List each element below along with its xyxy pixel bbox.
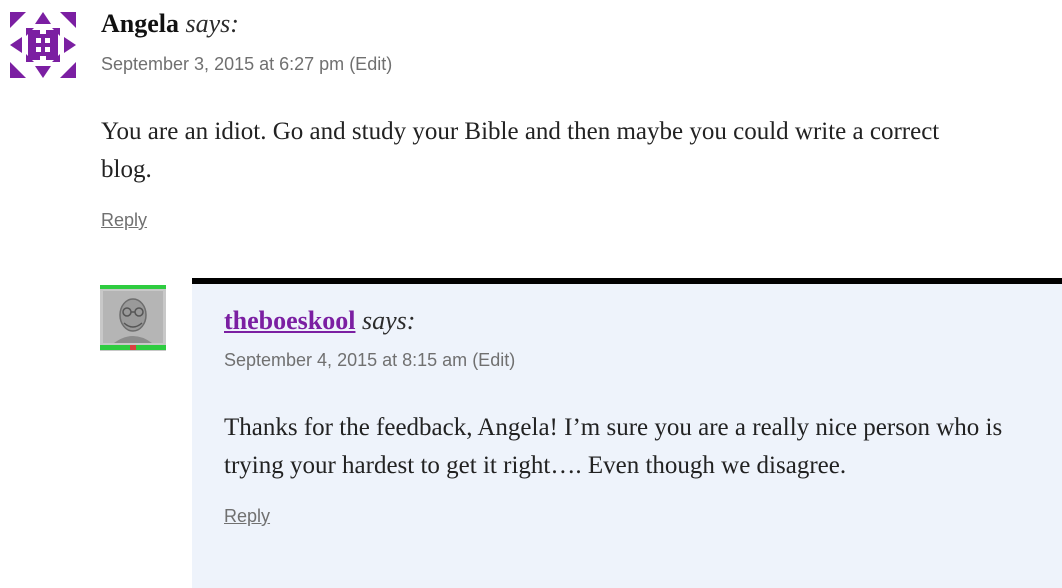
reply-text: Thanks for the feedback, Angela! I’m sur…	[224, 414, 1003, 479]
comment-edit-link[interactable]: (Edit)	[349, 54, 392, 74]
comment-says-label: says:	[185, 9, 239, 38]
reply-reply-button[interactable]: Reply	[224, 506, 270, 527]
comment-author-name: Angela	[101, 9, 179, 38]
reply-edit-link[interactable]: (Edit)	[472, 350, 515, 370]
reply-author-line: theboeskool says:	[224, 306, 415, 336]
theboeskool-avatar-icon	[100, 285, 166, 351]
reply-author-link[interactable]: theboeskool	[224, 306, 355, 335]
reply-meta: September 4, 2015 at 8:15 am (Edit)	[224, 350, 515, 371]
comment-date-link[interactable]: September 3, 2015 at 6:27 pm	[101, 54, 344, 74]
comment-text: You are an idiot. Go and study your Bibl…	[101, 118, 940, 183]
comment-author-line: Angela says:	[101, 9, 239, 39]
comment-meta: September 3, 2015 at 6:27 pm (Edit)	[101, 54, 392, 75]
reply-button[interactable]: Reply	[101, 210, 147, 231]
reply-date-link[interactable]: September 4, 2015 at 8:15 am	[224, 350, 467, 370]
reply-says-label: says:	[361, 306, 416, 335]
angela-avatar-icon	[10, 12, 76, 78]
